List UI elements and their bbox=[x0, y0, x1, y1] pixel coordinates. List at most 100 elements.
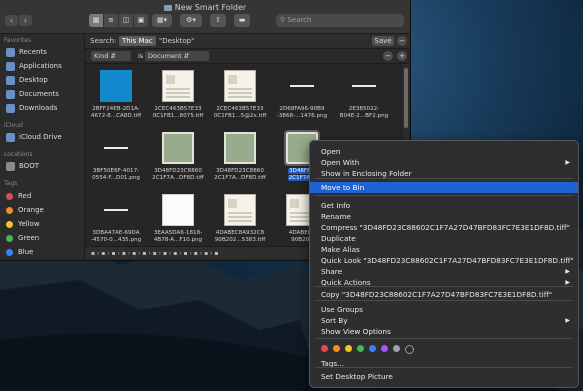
menu-separator bbox=[315, 338, 573, 339]
sidebar: Favorites Recents Applications Desktop D… bbox=[0, 34, 85, 260]
file-name: 4DABEC8A932C8 90B202...5383.tiff bbox=[209, 230, 271, 244]
file-item[interactable]: 3EAA5DA6-1818- 4B78-A...F10.png bbox=[147, 190, 209, 246]
tag-color-dot[interactable] bbox=[393, 345, 400, 352]
menu-item-quick-look[interactable]: Quick Look "3D48FD23C88602C1F7A27D47BFD8… bbox=[310, 255, 578, 266]
menu-item-copy[interactable]: Copy "3D48FD23C88602C1F7A27D47BFD83FC7E3… bbox=[310, 289, 578, 300]
tag-color-dot[interactable] bbox=[321, 345, 328, 352]
file-thumbnail[interactable] bbox=[100, 194, 132, 226]
file-name: 2E385022- B04E-2...BF2.png bbox=[333, 106, 395, 120]
sidebar-item-label: iCloud Drive bbox=[19, 133, 62, 141]
icon-view-icon[interactable]: ▦ bbox=[89, 14, 104, 27]
tag-color-dot[interactable] bbox=[369, 345, 376, 352]
menu-item-compress[interactable]: Compress "3D48FD23C88602C1F7A27D47BFD83F… bbox=[310, 222, 578, 233]
file-name-line1: 2CEC463B57E33 bbox=[154, 106, 202, 112]
file-thumbnail[interactable] bbox=[224, 194, 256, 226]
file-thumbnail[interactable] bbox=[224, 70, 256, 102]
scope-desktop[interactable]: "Desktop" bbox=[159, 37, 194, 45]
sidebar-item-recents[interactable]: Recents bbox=[6, 46, 47, 58]
tags-button[interactable]: ▬ bbox=[234, 14, 250, 27]
menu-item-open-with[interactable]: Open With ▶ bbox=[310, 157, 578, 168]
file-name-line2: -4570-0...435.png bbox=[90, 237, 142, 243]
file-thumbnail[interactable] bbox=[348, 70, 380, 102]
remove-criteria-button[interactable]: − bbox=[397, 36, 407, 46]
sidebar-item-desktop[interactable]: Desktop bbox=[6, 74, 48, 86]
menu-item-share[interactable]: Share ▶ bbox=[310, 266, 578, 277]
file-item[interactable]: 3BF50E6F-4017- 0554-F...D01.png bbox=[85, 128, 147, 188]
group-by-button[interactable]: ▦▾ bbox=[152, 14, 172, 27]
sidebar-tag-blue[interactable]: Blue bbox=[6, 246, 34, 258]
menu-item-label: Share bbox=[321, 267, 343, 276]
scroll-thumb[interactable] bbox=[404, 68, 408, 128]
filter-criteria-bar: Kind ⇵ is Document ⇵ − + bbox=[85, 49, 410, 64]
tag-color-dot[interactable] bbox=[405, 345, 414, 354]
sidebar-tag-yellow[interactable]: Yellow bbox=[6, 218, 40, 230]
criteria-plus-button[interactable]: + bbox=[397, 51, 407, 61]
file-thumbnail[interactable] bbox=[100, 70, 132, 102]
file-item[interactable]: 2CEC463B57E33 0C1FB1...5@2x.tiff bbox=[209, 66, 271, 126]
menu-item-make-alias[interactable]: Make Alias bbox=[310, 244, 578, 255]
menu-item-show-view-options[interactable]: Show View Options bbox=[310, 326, 578, 337]
file-thumbnail[interactable] bbox=[162, 70, 194, 102]
criteria-attribute-select[interactable]: Kind ⇵ bbox=[91, 51, 131, 61]
menu-item-label: Duplicate bbox=[321, 234, 356, 243]
menu-separator bbox=[315, 286, 573, 287]
file-thumbnail[interactable] bbox=[286, 70, 318, 102]
file-item[interactable]: 2CEC463B57E33 0C1FB1...8075.tiff bbox=[147, 66, 209, 126]
file-item[interactable]: 2D68FA96-90B9 -3868-...1476.png bbox=[271, 66, 333, 126]
action-gear-button[interactable]: ⚙▾ bbox=[180, 14, 202, 27]
file-thumbnail[interactable] bbox=[162, 194, 194, 226]
tag-label: Red bbox=[18, 192, 32, 200]
file-item[interactable]: 3D48FD23C8860 2C1F7A...DF8D.tiff bbox=[209, 128, 271, 188]
submenu-arrow-icon: ▶ bbox=[565, 317, 570, 324]
menu-item-label: Show View Options bbox=[321, 327, 391, 336]
menu-item-rename[interactable]: Rename bbox=[310, 211, 578, 222]
gallery-view-icon[interactable]: ▣ bbox=[134, 14, 149, 27]
sidebar-tag-orange[interactable]: Orange bbox=[6, 204, 44, 216]
menu-item-get-info[interactable]: Get Info bbox=[310, 200, 578, 211]
menu-separator bbox=[315, 367, 573, 368]
criteria-minus-button[interactable]: − bbox=[383, 51, 393, 61]
tag-color-dot[interactable] bbox=[333, 345, 340, 352]
menu-item-use-groups[interactable]: Use Groups bbox=[310, 304, 578, 315]
file-name-line2: 2C1F7A...DF8D.tiff bbox=[214, 175, 266, 181]
menu-item-set-desktop-picture[interactable]: Set Desktop Picture bbox=[310, 371, 578, 382]
file-thumbnail[interactable] bbox=[162, 132, 194, 164]
sidebar-item-icloud-drive[interactable]: iCloud Drive bbox=[6, 131, 62, 143]
file-item[interactable]: 3D48FD23C8860 2C1F7A...DF8D.tiff bbox=[147, 128, 209, 188]
file-item[interactable]: 4DABEC8A932C8 90B202...5383.tiff bbox=[209, 190, 271, 246]
applications-icon bbox=[6, 61, 15, 71]
view-mode-control[interactable]: ▦ ≡ ◫ ▣ bbox=[89, 14, 149, 27]
tag-dot-icon bbox=[6, 234, 13, 242]
file-thumbnail[interactable] bbox=[224, 132, 256, 164]
save-button[interactable]: Save bbox=[372, 36, 394, 46]
list-view-icon[interactable]: ≡ bbox=[104, 14, 119, 27]
file-item[interactable]: 2E385022- B04E-2...BF2.png bbox=[333, 66, 395, 126]
sidebar-tag-red[interactable]: Red bbox=[6, 190, 31, 202]
file-item[interactable]: 3DBA47AE-69DA -4570-0...435.png bbox=[85, 190, 147, 246]
sidebar-item-applications[interactable]: Applications bbox=[6, 60, 62, 72]
menu-item-duplicate[interactable]: Duplicate bbox=[310, 233, 578, 244]
sidebar-heading-locations: Locations bbox=[4, 151, 33, 158]
file-thumbnail[interactable] bbox=[100, 132, 132, 164]
forward-button[interactable]: › bbox=[19, 15, 32, 26]
criteria-value-select[interactable]: Document ⇵ bbox=[145, 51, 209, 61]
sidebar-tag-green[interactable]: Green bbox=[6, 232, 39, 244]
tag-label: Blue bbox=[18, 248, 34, 256]
menu-item-open[interactable]: Open bbox=[310, 146, 578, 157]
back-button[interactable]: ‹ bbox=[5, 15, 18, 26]
menu-item-move-to-bin[interactable]: Move to Bin bbox=[310, 182, 578, 193]
tag-color-dot[interactable] bbox=[381, 345, 388, 352]
menu-item-sort-by[interactable]: Sort By ▶ bbox=[310, 315, 578, 326]
share-button[interactable]: ⇧ bbox=[210, 14, 226, 27]
window-title-text: New Smart Folder bbox=[174, 3, 247, 12]
sidebar-item-boot[interactable]: BOOT bbox=[6, 160, 39, 172]
menu-item-label: Move to Bin bbox=[321, 183, 365, 192]
column-view-icon[interactable]: ◫ bbox=[119, 14, 134, 27]
sidebar-item-downloads[interactable]: Downloads bbox=[6, 102, 57, 114]
sidebar-item-documents[interactable]: Documents bbox=[6, 88, 59, 100]
tag-color-dot[interactable] bbox=[357, 345, 364, 352]
tag-color-dot[interactable] bbox=[345, 345, 352, 352]
search-field[interactable]: ⚲ Search bbox=[276, 14, 404, 27]
scope-this-mac[interactable]: This Mac bbox=[119, 36, 156, 46]
file-item[interactable]: 2BFF24EB-2D1A- 4672-8...CA8D.tiff bbox=[85, 66, 147, 126]
